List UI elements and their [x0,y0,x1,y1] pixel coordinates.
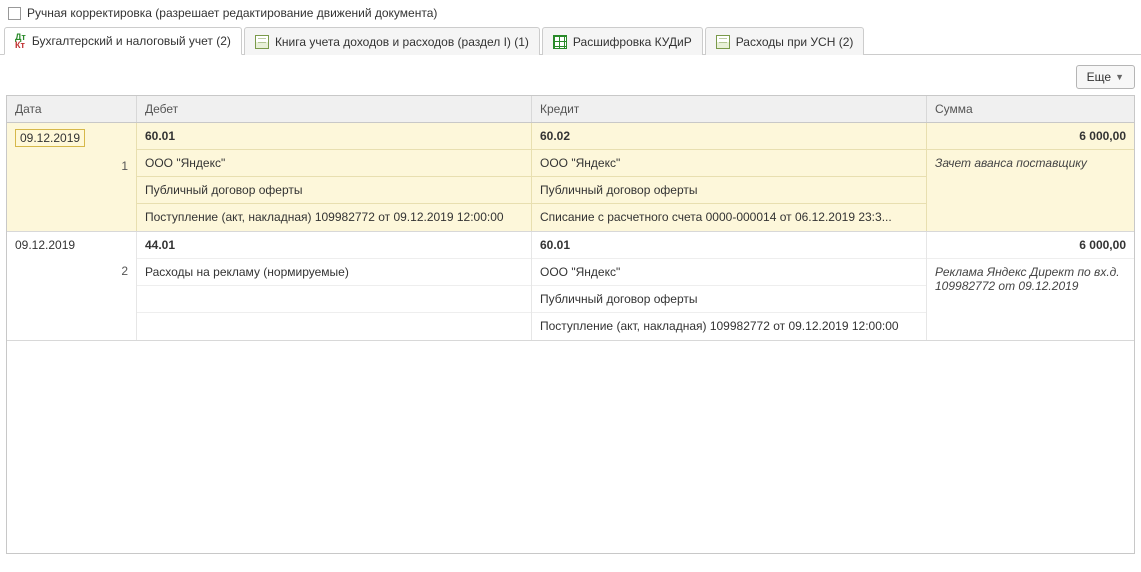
debit-account: 60.01 [137,123,531,150]
credit-line: Публичный договор оферты [532,286,926,313]
tab-usn-expenses[interactable]: Расходы при УСН (2) [705,27,865,55]
grid-toolbar: Еще ▼ [6,65,1135,89]
entries-grid: Дата Дебет Кредит Сумма 09.12.2019 1 60.… [6,95,1135,554]
debit-line: Поступление (акт, накладная) 109982772 о… [137,204,531,231]
debit-line: ООО "Яндекс" [137,150,531,177]
more-button[interactable]: Еще ▼ [1076,65,1135,89]
cell-credit: 60.02 ООО "Яндекс" Публичный договор офе… [532,123,927,231]
grid-body: 09.12.2019 1 60.01 ООО "Яндекс" Публичны… [7,123,1134,553]
debit-account: 44.01 [137,232,531,259]
cell-debit: 60.01 ООО "Яндекс" Публичный договор офе… [137,123,532,231]
tab-label: Бухгалтерский и налоговый учет (2) [32,34,231,48]
grid-icon [553,35,567,49]
tab-label: Книга учета доходов и расходов (раздел I… [275,35,529,49]
credit-line: ООО "Яндекс" [532,259,926,286]
date-value: 09.12.2019 [15,238,75,252]
amount: 6 000,00 [927,232,1134,259]
entry-description: Реклама Яндекс Директ по вх.д. 109982772… [927,259,1134,299]
tab-kudir-detail[interactable]: Расшифровка КУДиР [542,27,703,55]
row-number: 2 [7,258,136,284]
amount: 6 000,00 [927,123,1134,150]
row-number: 1 [7,153,136,179]
debit-line [137,313,531,340]
chevron-down-icon: ▼ [1115,72,1124,82]
table-row[interactable]: 09.12.2019 1 60.01 ООО "Яндекс" Публичны… [7,123,1134,232]
col-credit[interactable]: Кредит [532,96,927,122]
more-button-label: Еще [1087,70,1111,84]
debit-line [137,286,531,313]
grid-panel: Еще ▼ Дата Дебет Кредит Сумма 09.12.2019… [6,65,1135,554]
cell-date: 09.12.2019 1 [7,123,137,231]
tab-label: Расходы при УСН (2) [736,35,854,49]
manual-edit-row: Ручная корректировка (разрешает редактир… [0,0,1141,26]
col-date[interactable]: Дата [7,96,137,122]
cell-sum: 6 000,00 Зачет аванса поставщику [927,123,1134,231]
debit-line: Публичный договор оферты [137,177,531,204]
cell-credit: 60.01 ООО "Яндекс" Публичный договор офе… [532,232,927,340]
tab-kudir-book[interactable]: Книга учета доходов и расходов (раздел I… [244,27,540,55]
tab-label: Расшифровка КУДиР [573,35,692,49]
sheet-icon [716,35,730,49]
credit-account: 60.01 [532,232,926,259]
credit-line: Публичный договор оферты [532,177,926,204]
table-row[interactable]: 09.12.2019 2 44.01 Расходы на рекламу (н… [7,232,1134,341]
debit-credit-icon: ДтКт [15,33,26,49]
date-value: 09.12.2019 [15,129,85,147]
cell-sum: 6 000,00 Реклама Яндекс Директ по вх.д. … [927,232,1134,340]
credit-line: Поступление (акт, накладная) 109982772 о… [532,313,926,340]
manual-edit-checkbox[interactable] [8,7,21,20]
manual-edit-label: Ручная корректировка (разрешает редактир… [27,6,437,20]
sheet-icon [255,35,269,49]
credit-account: 60.02 [532,123,926,150]
col-debit[interactable]: Дебет [137,96,532,122]
cell-debit: 44.01 Расходы на рекламу (нормируемые) [137,232,532,340]
credit-line: ООО "Яндекс" [532,150,926,177]
tabs: ДтКт Бухгалтерский и налоговый учет (2) … [0,26,1141,55]
credit-line: Списание с расчетного счета 0000-000014 … [532,204,926,231]
debit-line: Расходы на рекламу (нормируемые) [137,259,531,286]
grid-header: Дата Дебет Кредит Сумма [7,96,1134,123]
col-sum[interactable]: Сумма [927,96,1134,122]
cell-date: 09.12.2019 2 [7,232,137,340]
tab-accounting[interactable]: ДтКт Бухгалтерский и налоговый учет (2) [4,27,242,55]
entry-description: Зачет аванса поставщику [927,150,1134,177]
